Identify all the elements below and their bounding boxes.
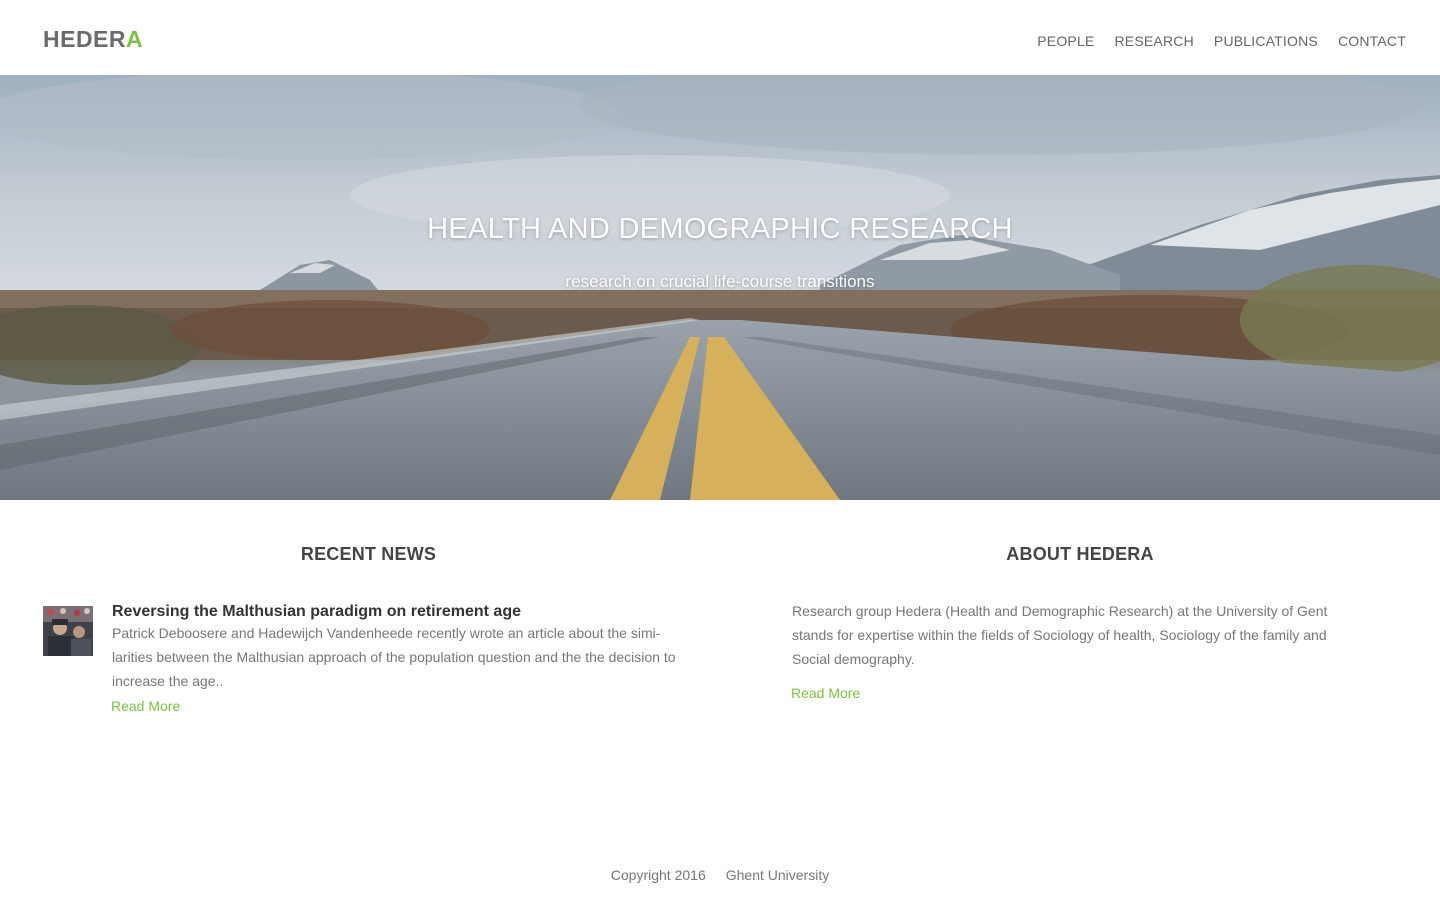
recent-news-heading: RECENT NEWS xyxy=(300,544,437,564)
about-text: Research group Hedera (Health and Demogr… xyxy=(792,603,1328,667)
news-excerpt: Patrick Deboosere and Hadewijch Vandenhe… xyxy=(112,625,676,689)
site-logo[interactable]: HEDERA xyxy=(43,26,143,52)
nav-contact[interactable]: CONTACT xyxy=(1338,33,1406,49)
hero-banner: HEALTH AND DEMOGRAPHIC RESEARCH research… xyxy=(0,75,1440,500)
nav-research[interactable]: RESEARCH xyxy=(1115,33,1194,49)
news-headline[interactable]: Reversing the Malthusian paradigm on ret… xyxy=(112,602,521,621)
nav-publications[interactable]: PUBLICATIONS xyxy=(1214,33,1318,49)
news-read-more-link[interactable]: Read More xyxy=(111,698,180,715)
site-header: HEDERA PEOPLE RESEARCH PUBLICATIONS CONT… xyxy=(0,0,1440,75)
hero-subtitle: research on crucial life-course transiti… xyxy=(565,272,875,291)
main-nav: PEOPLE RESEARCH PUBLICATIONS CONTACT xyxy=(1037,33,1406,49)
hero-title: HEALTH AND DEMOGRAPHIC RESEARCH xyxy=(427,213,1013,245)
logo-text: HEDER xyxy=(43,26,127,52)
footer-university: Ghent University xyxy=(725,867,830,883)
site-footer: Copyright 2016 Ghent University xyxy=(0,867,1440,884)
nav-people[interactable]: PEOPLE xyxy=(1037,33,1094,49)
about-read-more-link[interactable]: Read More xyxy=(791,685,860,702)
news-thumbnail-people-icon xyxy=(43,606,93,656)
logo-accent-letter: A xyxy=(126,26,144,52)
news-thumbnail-image[interactable] xyxy=(43,606,93,656)
footer-copyright: Copyright 2016 xyxy=(610,867,706,883)
about-heading: ABOUT HEDERA xyxy=(1006,544,1154,564)
